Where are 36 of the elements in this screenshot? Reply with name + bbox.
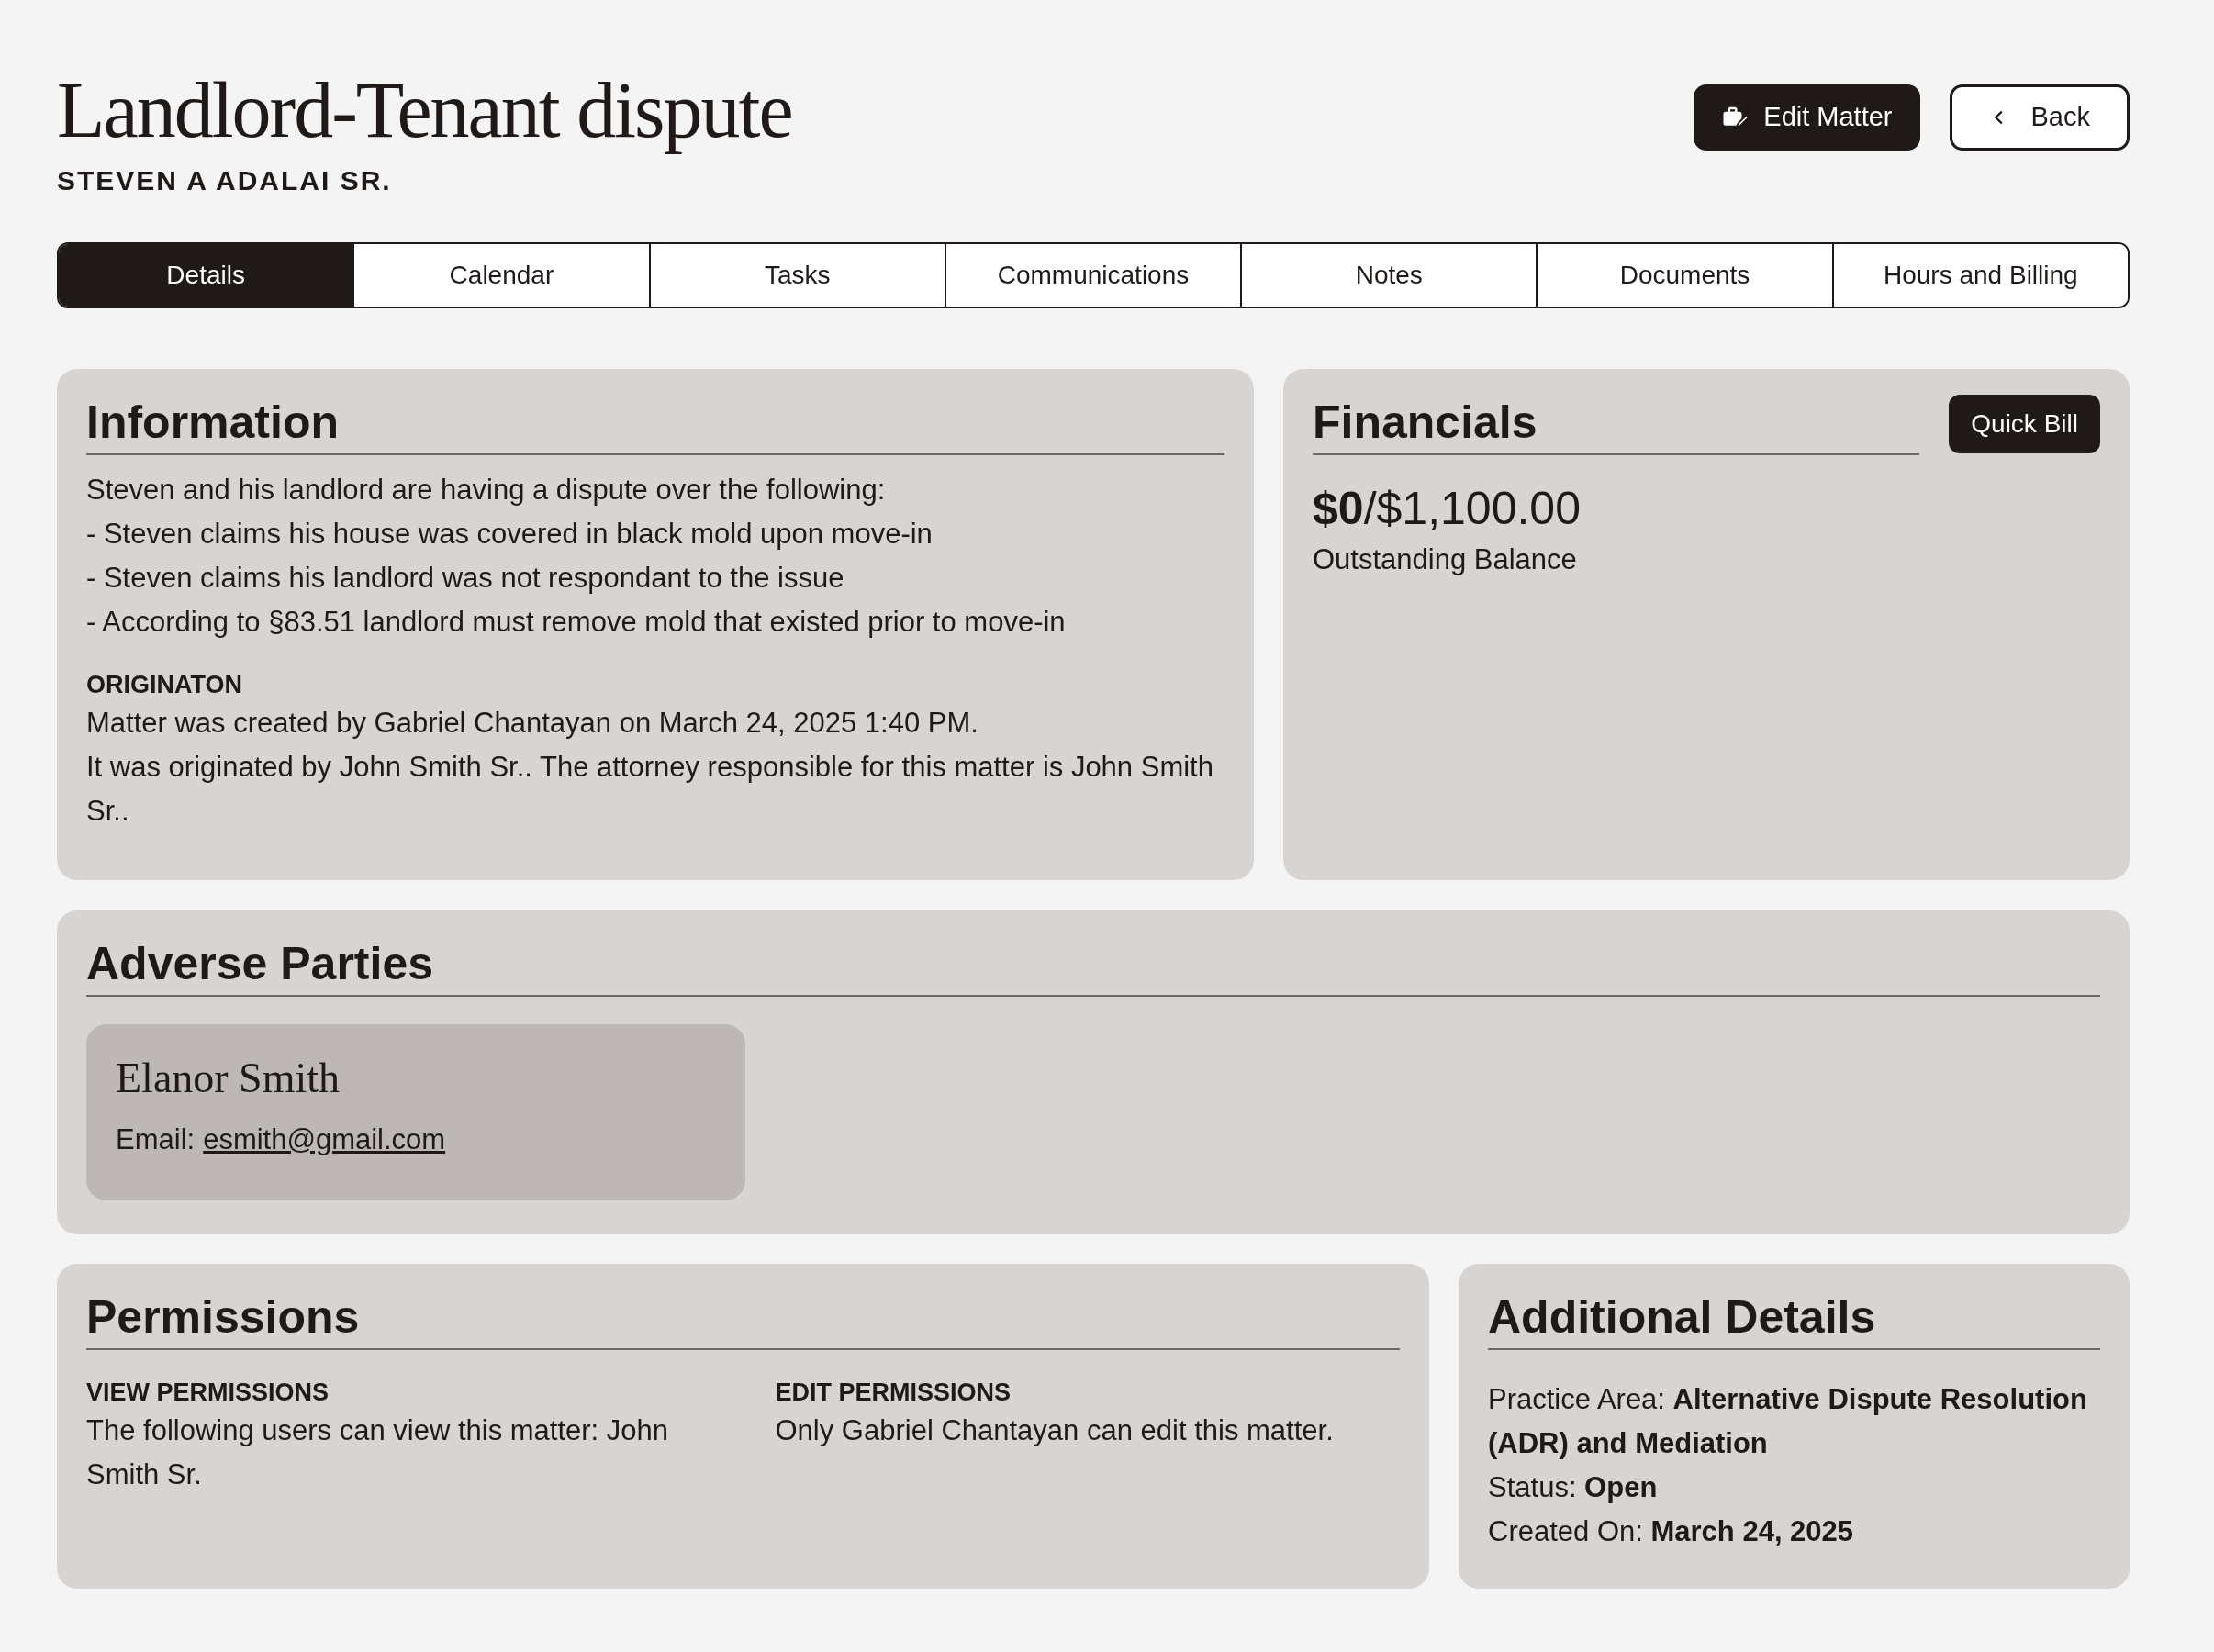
section-heading: Permissions: [86, 1289, 1400, 1350]
page-title: Landlord-Tenant dispute: [57, 65, 792, 156]
tab[interactable]: Notes: [1240, 244, 1537, 307]
section-label: EDIT PERMISSIONS: [775, 1378, 1012, 1408]
email-label: Email:: [116, 1122, 196, 1157]
balance-caption: Outstanding Balance: [1313, 542, 1578, 577]
tab[interactable]: Hours and Billing: [1831, 244, 2128, 307]
tab[interactable]: Communications: [944, 244, 1241, 307]
section-label: VIEW PERMISSIONS: [86, 1378, 330, 1408]
client-name: STEVEN A ADALAI SR.: [57, 164, 393, 197]
permission-text: Only Gabriel Chantayan can edit this matter.: [775, 1413, 1335, 1448]
origination-text: Matter was created by Gabriel Chantayan on March 24, 2025 1:40 PM.: [86, 706, 979, 741]
section-heading: Information: [86, 395, 1224, 455]
tab[interactable]: Tasks: [648, 244, 945, 307]
detail-field: Status: Open: [1488, 1466, 2100, 1510]
section-heading: Additional Details: [1488, 1289, 2100, 1350]
section-label: ORIGINATON: [86, 670, 243, 700]
email-link[interactable]: esmith@gmail.com: [203, 1118, 446, 1162]
description-line: Steven and his landlord are having a dispute over the following:: [86, 473, 887, 508]
balance-amount: $0/$1,100.00: [1313, 482, 1582, 536]
description-line: - According to §83.51 landlord must remove mold that existed prior to move-in: [86, 605, 1067, 640]
origination-text: It was originated by John Smith Sr.. The attorney responsible for this matter is John Smith Sr..: [86, 750, 1214, 829]
tab[interactable]: Details: [59, 244, 353, 307]
quick-bill-button[interactable]: Quick Bill: [1949, 395, 2100, 453]
tab[interactable]: Documents: [1536, 244, 1832, 307]
party-name: Elanor Smith: [116, 1054, 341, 1103]
detail-field: Practice Area: Alternative Dispute Resolution (ADR) and Mediation: [1488, 1378, 2100, 1466]
description-line: - Steven claims his landlord was not respondant to the issue: [86, 561, 845, 596]
back-button[interactable]: Back: [1949, 84, 2130, 151]
section-heading: Adverse Parties: [86, 936, 2100, 997]
permission-text: The following users can view this matter: John Smith Sr.: [86, 1413, 670, 1492]
edit-matter-button[interactable]: Edit Matter: [1694, 84, 1920, 151]
tab[interactable]: Calendar: [352, 244, 649, 307]
detail-field: Created On: March 24, 2025: [1488, 1510, 2100, 1554]
description-line: - Steven claims his house was covered in black mold upon move-in: [86, 517, 934, 552]
section-heading: Financials: [1313, 395, 1920, 455]
